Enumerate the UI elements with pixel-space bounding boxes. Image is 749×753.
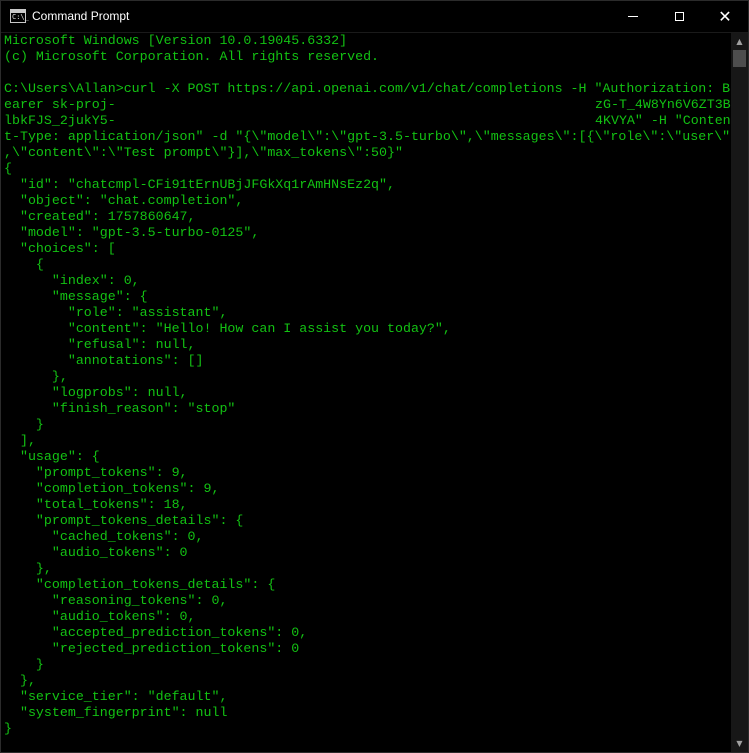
console-line: "prompt_tokens_details": { xyxy=(4,513,244,528)
console-line: "service_tier": "default", xyxy=(4,689,228,704)
console-line: "refusal": null, xyxy=(4,337,196,352)
close-icon: ✕ xyxy=(718,7,732,26)
console-line: "audio_tokens": 0, xyxy=(4,609,196,624)
console-line: "object": "chat.completion", xyxy=(4,193,244,208)
console-line: t-Type: application/json" -d "{\"model\"… xyxy=(4,129,731,144)
console-line-fragment: 4KVYA" -H "Conten xyxy=(595,113,731,128)
maximize-icon xyxy=(674,11,684,21)
console-line: } xyxy=(4,721,12,736)
vertical-scrollbar[interactable]: ▲ ▼ xyxy=(731,33,748,752)
console-line: "accepted_prediction_tokens": 0, xyxy=(4,625,308,640)
console-line: "reasoning_tokens": 0, xyxy=(4,593,228,608)
console-line: "index": 0, xyxy=(4,273,140,288)
console-line: "prompt_tokens": 9, xyxy=(4,465,188,480)
console-line: "created": 1757860647, xyxy=(4,209,196,224)
close-button[interactable]: ✕ xyxy=(702,1,748,32)
icon-prompt-text: C:\_ xyxy=(12,13,29,21)
console-line: (c) Microsoft Corporation. All rights re… xyxy=(4,49,380,64)
console-line: } xyxy=(4,417,44,432)
console-line: "usage": { xyxy=(4,449,100,464)
console-line: }, xyxy=(4,369,68,384)
console-line: "completion_tokens_details": { xyxy=(4,577,276,592)
console-line: "audio_tokens": 0 xyxy=(4,545,188,560)
cmd-app-icon[interactable]: C:\_ xyxy=(10,9,29,23)
minimize-button[interactable] xyxy=(610,1,656,32)
console-line: "total_tokens": 18, xyxy=(4,497,188,512)
console-line: ,\"content\":\"Test prompt\"}],\"max_tok… xyxy=(4,145,403,160)
console-line: "completion_tokens": 9, xyxy=(4,481,220,496)
command-prompt-window: C:\_ Command Prompt ✕ Microsoft Windows … xyxy=(0,0,749,753)
console-line: lbkFJS_2jukY5- xyxy=(4,113,116,128)
console-line: }, xyxy=(4,561,52,576)
console-line: "logprobs": null, xyxy=(4,385,188,400)
console-line: "message": { xyxy=(4,289,148,304)
scroll-down-arrow-icon[interactable]: ▼ xyxy=(731,735,748,752)
console-line: "role": "assistant", xyxy=(4,305,228,320)
scroll-up-arrow-icon[interactable]: ▲ xyxy=(731,33,748,50)
console-line-fragment: zG-T_4W8Yn6V6ZT3B xyxy=(595,97,731,112)
console-line: "model": "gpt-3.5-turbo-0125", xyxy=(4,225,260,240)
maximize-button[interactable] xyxy=(656,1,702,32)
minimize-icon xyxy=(628,15,638,17)
console-line: "content": "Hello! How can I assist you … xyxy=(4,321,451,336)
console-line: "system_fingerprint": null xyxy=(4,705,228,720)
console-line: "finish_reason": "stop" xyxy=(4,401,236,416)
console-line: earer sk-proj- xyxy=(4,97,116,112)
console-line: "cached_tokens": 0, xyxy=(4,529,204,544)
console-line: "id": "chatcmpl-CFi91tErnUBjJFGkXq1rAmHN… xyxy=(4,177,395,192)
console-line: }, xyxy=(4,673,36,688)
console-line: ], xyxy=(4,433,36,448)
console-line: { xyxy=(4,257,44,272)
title-bar[interactable]: C:\_ Command Prompt ✕ xyxy=(1,1,748,33)
console-line: "rejected_prediction_tokens": 0 xyxy=(4,641,300,656)
console-line: C:\Users\Allan>curl -X POST https://api.… xyxy=(4,81,731,96)
scrollbar-thumb[interactable] xyxy=(733,50,746,67)
console-line: } xyxy=(4,657,44,672)
redacted-region xyxy=(117,97,593,129)
console-line: "choices": [ xyxy=(4,241,116,256)
console-line: { xyxy=(4,161,12,176)
window-title: Command Prompt xyxy=(32,9,130,23)
console-line: "annotations": [] xyxy=(4,353,204,368)
console-line: Microsoft Windows [Version 10.0.19045.63… xyxy=(4,33,348,48)
console-output[interactable]: Microsoft Windows [Version 10.0.19045.63… xyxy=(1,33,731,752)
